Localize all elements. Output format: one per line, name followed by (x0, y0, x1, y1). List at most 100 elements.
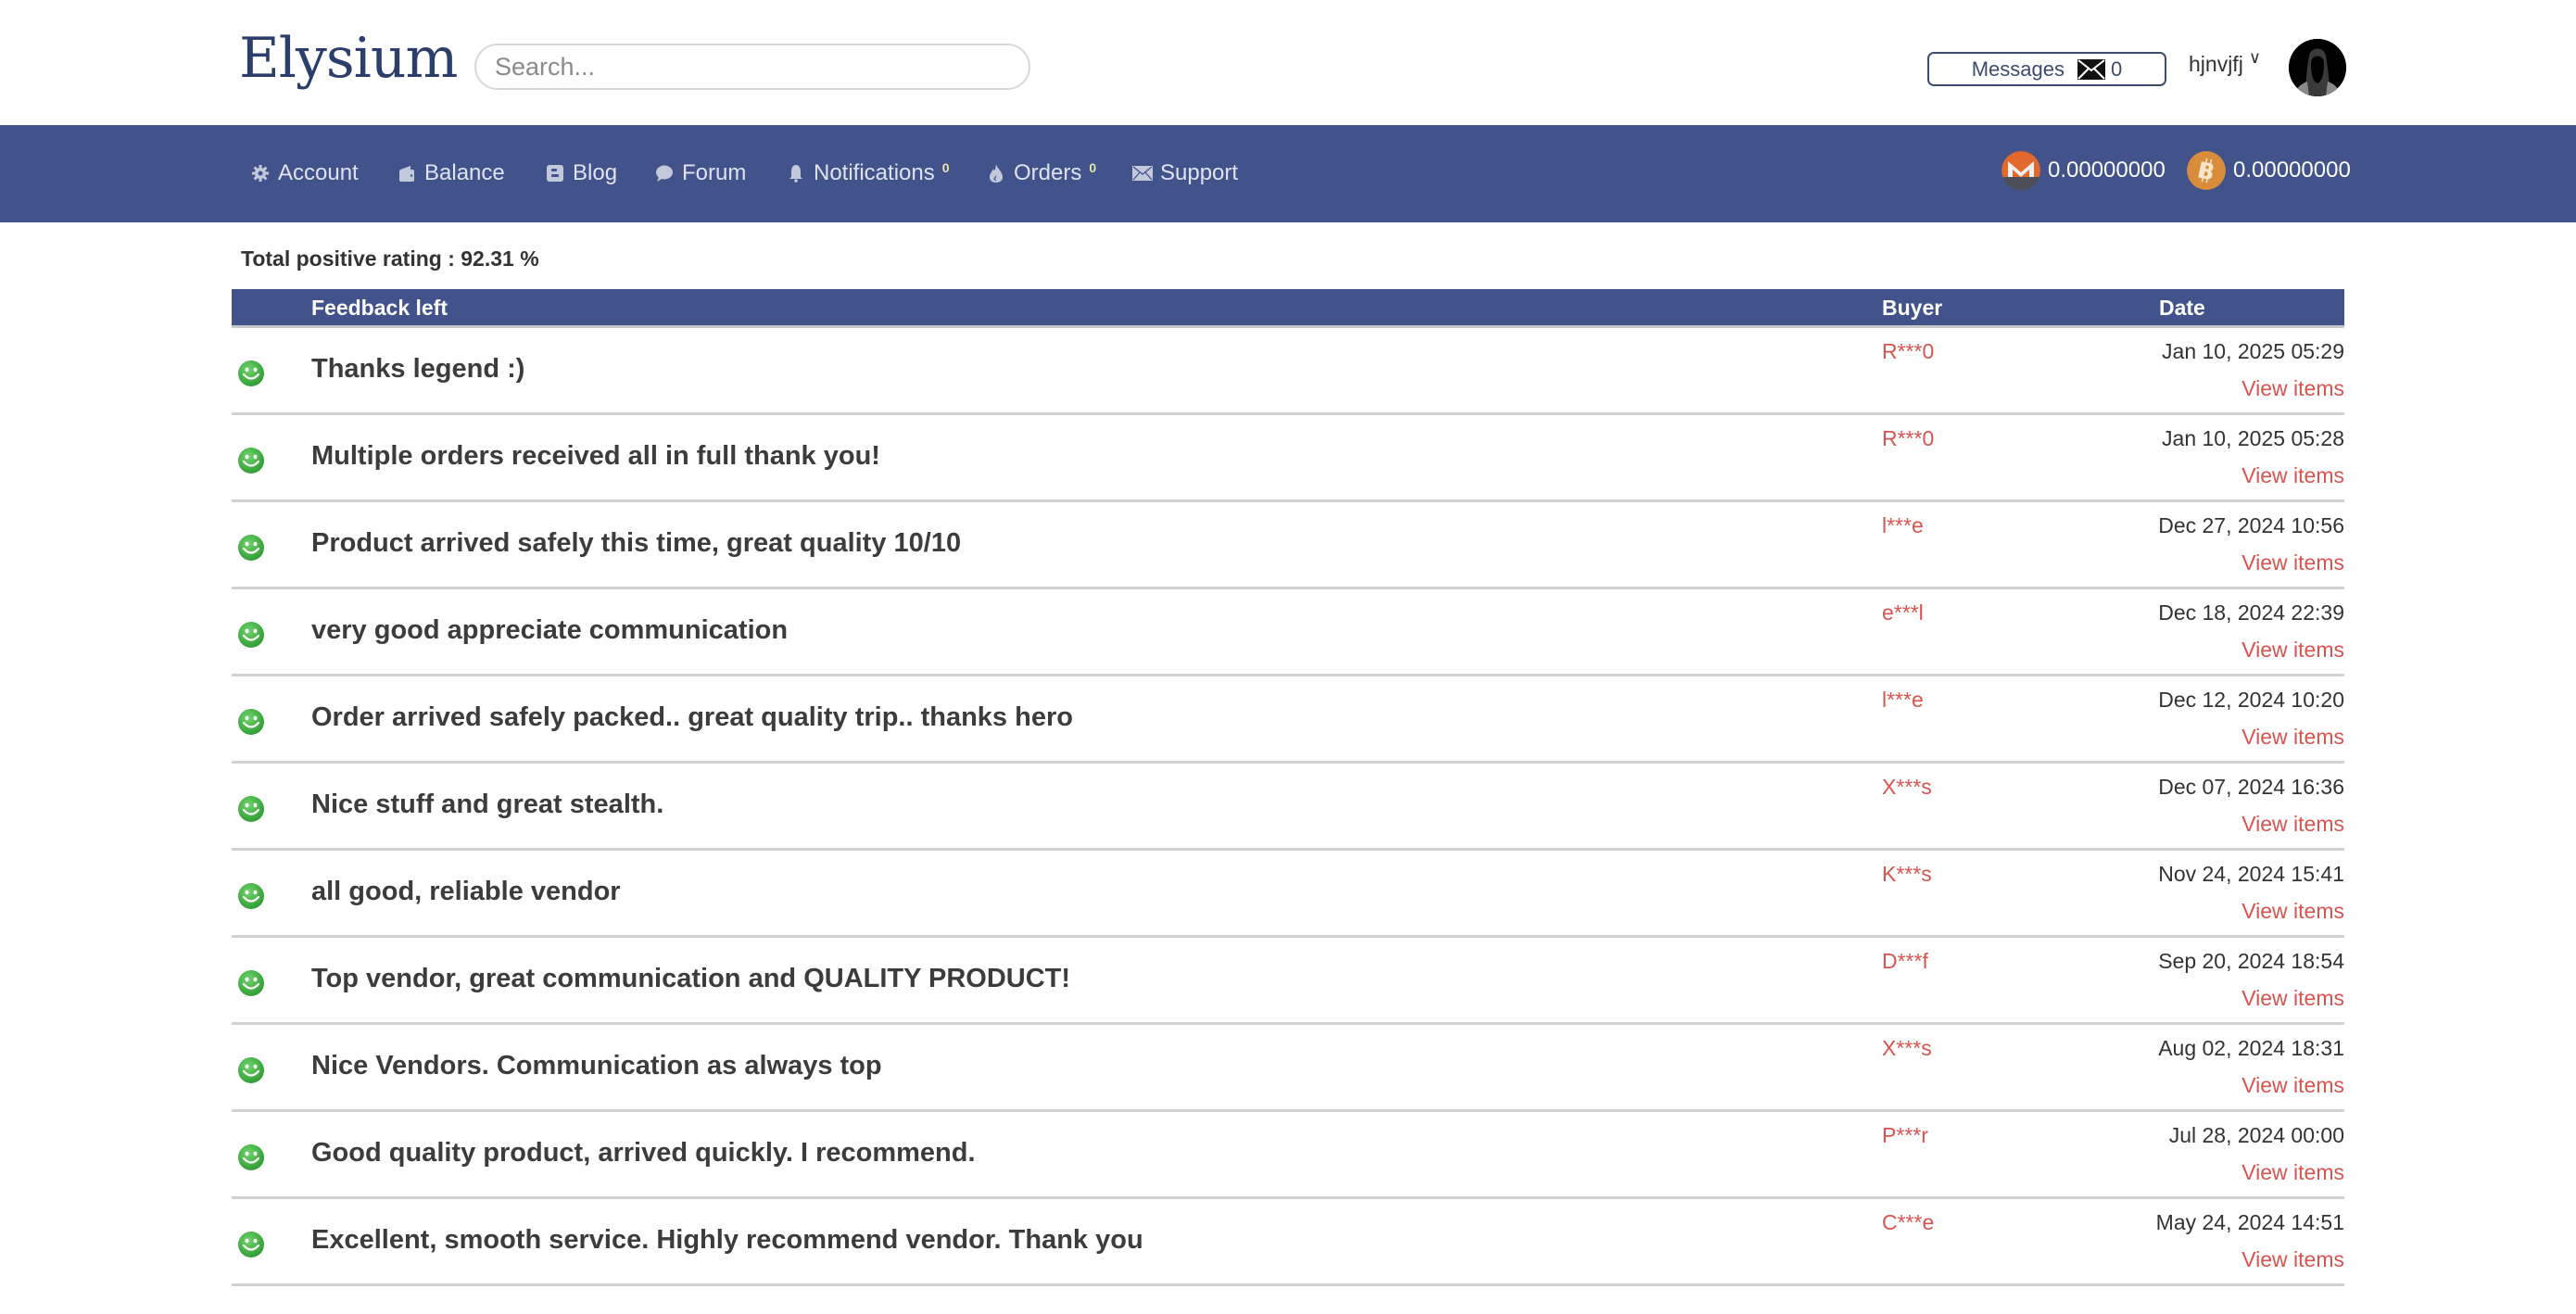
gear-icon (250, 163, 271, 183)
positive-smiley-icon (237, 795, 265, 823)
nav-support[interactable]: Support (1132, 160, 1238, 186)
search-input[interactable] (474, 44, 1030, 90)
table-row: Multiple orders received all in full tha… (232, 415, 2344, 502)
feedback-text: Excellent, smooth service. Highly recomm… (311, 1225, 1143, 1255)
buyer-link[interactable]: R***0 (1882, 426, 1934, 451)
feedback-date: Dec 27, 2024 10:56 (2158, 513, 2344, 537)
nav-forum-label: Forum (682, 160, 747, 185)
column-header-buyer: Buyer (1882, 296, 1943, 320)
bell-icon (786, 163, 806, 183)
feedback-date: Jul 28, 2024 00:00 (2168, 1123, 2344, 1147)
buyer-link[interactable]: R***0 (1882, 339, 1934, 364)
nav-balance-label: Balance (424, 160, 505, 185)
positive-smiley-icon (237, 534, 265, 562)
view-items-link[interactable]: View items (2241, 376, 2344, 401)
table-body: Thanks legend :) R***0 Jan 10, 2025 05:2… (232, 328, 2344, 1286)
table-row: Good quality product, arrived quickly. I… (232, 1112, 2344, 1199)
chat-bubble-icon (654, 163, 675, 183)
table-row: very good appreciate communication e***l… (232, 589, 2344, 676)
feedback-date: Dec 12, 2024 10:20 (2158, 688, 2344, 712)
view-items-link[interactable]: View items (2241, 812, 2344, 837)
view-items-link[interactable]: View items (2241, 550, 2344, 575)
positive-smiley-icon (237, 882, 265, 910)
nav-orders-label: Orders (1014, 160, 1082, 185)
monero-icon (2001, 151, 2040, 190)
feedback-text: Order arrived safely packed.. great qual… (311, 702, 1073, 732)
envelope-icon (1132, 163, 1153, 183)
view-items-link[interactable]: View items (2241, 725, 2344, 750)
buyer-link[interactable]: D***f (1882, 949, 1928, 974)
feedback-text: all good, reliable vendor (311, 877, 621, 906)
bitcoin-balance[interactable]: B 0.00000000 (2187, 151, 2351, 190)
nav-blog-label: Blog (573, 160, 618, 185)
table-row: Product arrived safely this time, great … (232, 502, 2344, 589)
buyer-link[interactable]: l***e (1882, 688, 1924, 713)
positive-smiley-icon (237, 708, 265, 736)
buyer-link[interactable]: K***s (1882, 862, 1932, 887)
nav-orders[interactable]: Orders 0 (986, 160, 1096, 186)
table-row: Order arrived safely packed.. great qual… (232, 676, 2344, 764)
positive-smiley-icon (237, 621, 265, 649)
header: Elysium Messages 0 hjnvjfj ∨ (0, 0, 2576, 125)
column-header-date: Date (2159, 296, 2205, 320)
fire-icon (986, 163, 1006, 183)
feedback-text: Thanks legend :) (311, 354, 525, 384)
nav-account-label: Account (278, 160, 359, 185)
view-items-link[interactable]: View items (2241, 1247, 2344, 1272)
envelope-icon (2077, 58, 2106, 80)
feedback-date: Nov 24, 2024 15:41 (2158, 862, 2344, 886)
feedback-date: May 24, 2024 14:51 (2155, 1210, 2344, 1234)
total-positive-rating: Total positive rating : 92.31 % (241, 246, 539, 271)
view-items-link[interactable]: View items (2241, 986, 2344, 1011)
buyer-link[interactable]: X***s (1882, 775, 1932, 800)
positive-smiley-icon (237, 1056, 265, 1084)
notifications-badge: 0 (941, 160, 950, 175)
orders-badge: 0 (1089, 160, 1097, 175)
view-items-link[interactable]: View items (2241, 463, 2344, 488)
blog-icon (545, 163, 565, 183)
messages-button[interactable]: Messages 0 (1927, 52, 2166, 86)
view-items-link[interactable]: View items (2241, 638, 2344, 663)
nav-notifications[interactable]: Notifications 0 (786, 160, 950, 186)
feedback-text: Multiple orders received all in full tha… (311, 441, 880, 471)
feedback-date: Dec 18, 2024 22:39 (2158, 600, 2344, 625)
feedback-date: Sep 20, 2024 18:54 (2158, 949, 2344, 973)
view-items-link[interactable]: View items (2241, 899, 2344, 924)
column-header-feedback: Feedback left (311, 296, 448, 320)
table-row: Nice Vendors. Communication as always to… (232, 1025, 2344, 1112)
table-row: Excellent, smooth service. Highly recomm… (232, 1199, 2344, 1286)
nav-support-label: Support (1160, 160, 1239, 185)
feedback-date: Dec 07, 2024 16:36 (2158, 775, 2344, 799)
messages-label: Messages (1971, 57, 2065, 81)
table-header: Feedback left Buyer Date (232, 289, 2344, 328)
username: hjnvjfj (2189, 52, 2243, 76)
nav-account[interactable]: Account (250, 160, 359, 186)
positive-smiley-icon (237, 1143, 265, 1171)
buyer-link[interactable]: P***r (1882, 1123, 1928, 1148)
positive-smiley-icon (237, 447, 265, 474)
site-logo[interactable]: Elysium (239, 26, 458, 91)
feedback-text: very good appreciate communication (311, 615, 789, 645)
buyer-link[interactable]: l***e (1882, 513, 1924, 538)
table-row: Nice stuff and great stealth. X***s Dec … (232, 764, 2344, 851)
buyer-link[interactable]: C***e (1882, 1210, 1934, 1235)
avatar[interactable] (2289, 39, 2346, 96)
messages-count: 0 (2111, 57, 2123, 81)
user-menu[interactable]: hjnvjfj ∨ (2189, 48, 2261, 77)
buyer-link[interactable]: e***l (1882, 600, 1924, 625)
nav-blog[interactable]: Blog (545, 160, 617, 186)
monero-balance[interactable]: 0.00000000 (2001, 151, 2166, 190)
nav-notifications-label: Notifications (814, 160, 935, 185)
feedback-table: Feedback left Buyer Date Thanks legend :… (232, 289, 2344, 1286)
feedback-date: Aug 02, 2024 18:31 (2158, 1036, 2344, 1060)
nav-forum[interactable]: Forum (654, 160, 746, 186)
nav-balance[interactable]: Balance (397, 160, 505, 186)
bitcoin-amount: 0.00000000 (2233, 158, 2351, 183)
view-items-link[interactable]: View items (2241, 1073, 2344, 1098)
wallet-icon (397, 163, 417, 183)
view-items-link[interactable]: View items (2241, 1160, 2344, 1185)
positive-smiley-icon (237, 1231, 265, 1258)
positive-smiley-icon (237, 360, 265, 387)
buyer-link[interactable]: X***s (1882, 1036, 1932, 1061)
bitcoin-icon: B (2187, 151, 2226, 190)
